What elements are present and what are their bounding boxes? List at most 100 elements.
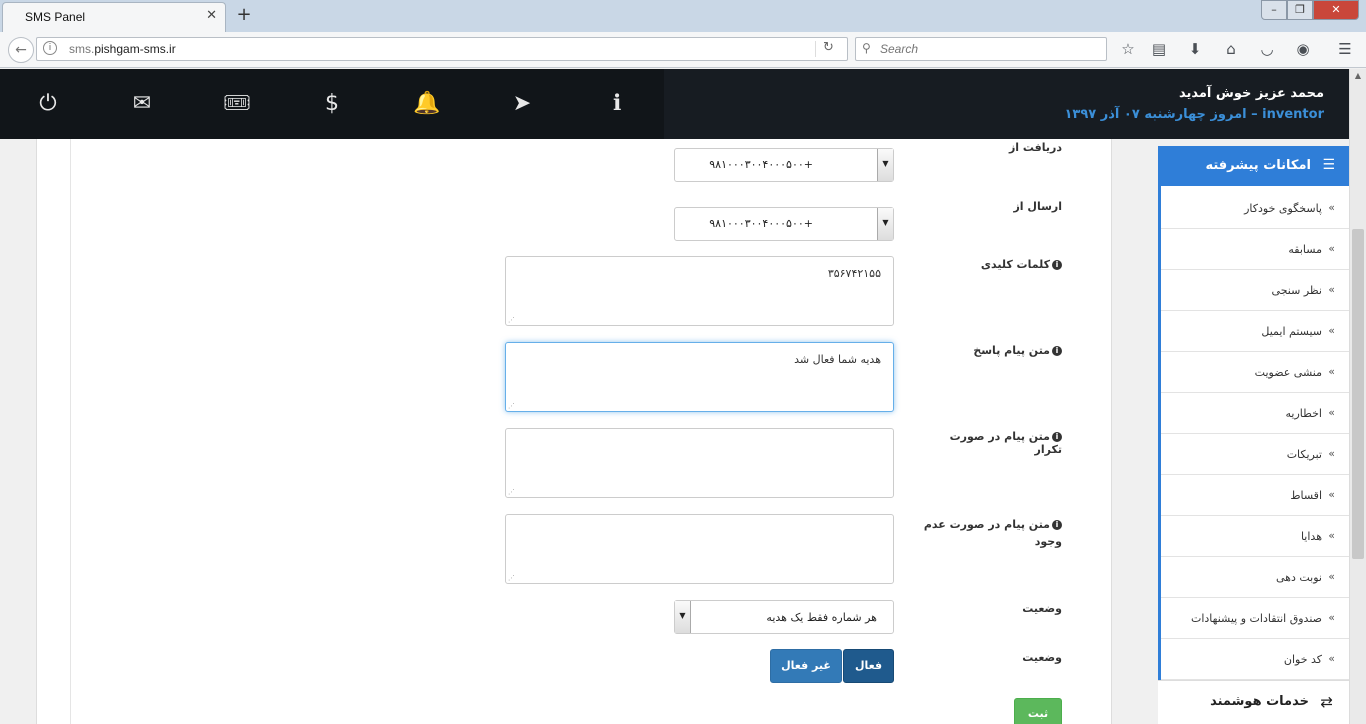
scroll-thumb[interactable] (1352, 229, 1364, 559)
chevron-down-icon[interactable]: ▼ (877, 149, 893, 181)
send-from-select[interactable]: +۹۸۱۰۰۰۳۰۰۴۰۰۰۵۰۰ ▼ (674, 207, 894, 241)
search-input[interactable] (880, 41, 1100, 57)
resize-grip-icon[interactable]: ⋰ (508, 488, 516, 496)
send-from-value: +۹۸۱۰۰۰۳۰۰۴۰۰۰۵۰۰ (709, 217, 813, 230)
sidebar-smart-services[interactable]: ⇄ خدمات هوشمند (1158, 680, 1349, 724)
tab-close-icon[interactable]: ✕ (206, 8, 217, 23)
list-icon: ☰ (1322, 157, 1335, 173)
resize-grip-icon[interactable]: ⋰ (508, 316, 516, 324)
url-bar[interactable]: i sms.pishgam-sms.ir ↻ (36, 37, 848, 61)
chevron-double-icon: » (1328, 201, 1335, 214)
receive-from-value: +۹۸۱۰۰۰۳۰۰۴۰۰۰۵۰۰ (709, 158, 813, 171)
chevron-double-icon: » (1328, 406, 1335, 419)
today-date: – امروز چهارشنبه ۰۷ آذر ۱۳۹۷ (1064, 107, 1258, 122)
dollar-icon[interactable]: $ (312, 89, 352, 119)
reading-list-icon[interactable]: ▤ (1148, 38, 1170, 60)
bookmark-star-icon[interactable]: ☆ (1117, 38, 1139, 60)
chevron-double-icon: » (1328, 447, 1335, 460)
sidebar-item-appointments[interactable]: » نوبت دهی (1161, 557, 1349, 598)
bell-icon[interactable]: 🔔 (407, 89, 447, 119)
notfound-text-label: iمتن پیام در صورت عدم وجود (923, 518, 1062, 548)
window-maximize-button[interactable]: ❐ (1287, 0, 1313, 20)
browser-search-bar[interactable]: ⚲ (855, 37, 1107, 61)
resize-grip-icon[interactable]: ⋰ (508, 402, 516, 410)
sidebar-item-installments[interactable]: » اقساط (1161, 475, 1349, 516)
resize-grip-icon[interactable]: ⋰ (508, 574, 516, 582)
browser-tab[interactable]: SMS Panel ✕ (2, 2, 226, 32)
repeat-text-field[interactable] (505, 428, 894, 498)
reply-text-label: iمتن پیام پاسخ (922, 344, 1062, 357)
window-minimize-button[interactable]: – (1261, 0, 1287, 20)
notfound-text-field[interactable] (505, 514, 894, 584)
pocket-icon[interactable]: ◡ (1256, 38, 1278, 60)
chevron-double-icon: » (1328, 652, 1335, 665)
chevron-double-icon: » (1328, 324, 1335, 337)
gift-mode-select[interactable]: ▼ هر شماره فقط یک هدیه (674, 600, 894, 634)
sidebar-item-feedback[interactable]: » صندوق انتقادات و پیشنهادات (1161, 598, 1349, 639)
panel-divider (70, 139, 71, 724)
inactive-button[interactable]: غیر فعال (770, 649, 842, 683)
new-tab-button[interactable]: + (232, 4, 256, 28)
submit-button[interactable]: ثبت (1014, 698, 1062, 724)
info-circle-icon: i (1052, 520, 1062, 530)
sidebar-item-email[interactable]: » سیستم ایمیل (1161, 311, 1349, 352)
info-circle-icon: i (1052, 346, 1062, 356)
download-icon[interactable]: ⬇ (1184, 38, 1206, 60)
reload-icon[interactable]: ↻ (823, 40, 834, 55)
browser-tabbar: SMS Panel ✕ + – ❐ ✕ (0, 0, 1366, 32)
page-scrollbar[interactable]: ▲ (1349, 69, 1366, 724)
send-from-label: ارسال از (1013, 200, 1062, 213)
repeat-text-label: iمتن پیام در صورت تکرار (949, 430, 1062, 456)
url-separator (815, 41, 816, 57)
status-label-2: وضعیت (1022, 651, 1062, 664)
mail-icon[interactable]: ✉ (122, 89, 162, 119)
info-circle-icon: i (1052, 432, 1062, 442)
ticket-icon[interactable]: 🎟 (217, 89, 257, 119)
chevron-down-icon[interactable]: ▼ (675, 601, 691, 633)
header-toolbar: ⏻ ✉ 🎟 $ 🔔 ➤ ℹ (0, 69, 664, 139)
tab-title: SMS Panel (25, 10, 86, 24)
chevron-double-icon: » (1328, 242, 1335, 255)
sidebar-item-gifts[interactable]: » هدایا (1161, 516, 1349, 557)
url-text: sms.pishgam-sms.ir (69, 42, 176, 56)
active-button[interactable]: فعال (843, 649, 894, 683)
sidebar-title: امکانات پیشرفته (1205, 158, 1311, 173)
window-close-button[interactable]: ✕ (1313, 0, 1359, 20)
receive-from-label: دریافت از (1008, 141, 1062, 154)
reply-text-field[interactable]: هدیه شما فعال شد (505, 342, 894, 412)
send-icon[interactable]: ➤ (502, 89, 542, 119)
retweet-icon: ⇄ (1320, 693, 1333, 711)
chevron-double-icon: » (1328, 529, 1335, 542)
date-line: inventor – امروز چهارشنبه ۰۷ آذر ۱۳۹۷ (1065, 107, 1325, 122)
info-icon[interactable]: ℹ (597, 89, 637, 119)
sidebar-header[interactable]: ☰ امکانات پیشرفته (1161, 146, 1349, 186)
sidebar-item-greetings[interactable]: » تبریکات (1161, 434, 1349, 475)
chevron-double-icon: » (1328, 283, 1335, 296)
sidebar-item-notice[interactable]: » اخطاریه (1161, 393, 1349, 434)
chevron-double-icon: » (1328, 570, 1335, 583)
search-icon: ⚲ (862, 41, 871, 55)
browser-navbar: ← i sms.pishgam-sms.ir ↻ ⚲ ☆ ▤ ⬇ ⌂ ◡ ◉ ☰ (0, 32, 1366, 68)
status-label: وضعیت (1022, 602, 1062, 615)
gift-mode-value: هر شماره فقط یک هدیه (766, 611, 877, 624)
keywords-field[interactable]: ۳۵۶۷۴۲۱۵۵ (505, 256, 894, 326)
account-icon[interactable]: ◉ (1292, 38, 1314, 60)
menu-icon[interactable]: ☰ (1334, 38, 1356, 60)
sidebar-item-auto-reply[interactable]: » پاسخگوی خودکار (1161, 188, 1349, 229)
back-button[interactable]: ← (8, 37, 34, 63)
sidebar-item-contest[interactable]: » مسابقه (1161, 229, 1349, 270)
scroll-up-arrow-icon[interactable]: ▲ (1350, 71, 1366, 85)
sidebar-item-code-reader[interactable]: » کد خوان (1161, 639, 1349, 680)
chevron-double-icon: » (1328, 611, 1335, 624)
site-info-icon[interactable]: i (43, 41, 57, 55)
power-icon[interactable]: ⏻ (28, 89, 68, 119)
home-icon[interactable]: ⌂ (1220, 38, 1242, 60)
sidebar-item-membership[interactable]: » منشی عضویت (1161, 352, 1349, 393)
info-circle-icon: i (1052, 260, 1062, 270)
receive-from-select[interactable]: +۹۸۱۰۰۰۳۰۰۴۰۰۰۵۰۰ ▼ (674, 148, 894, 182)
keywords-label: iکلمات کلیدی (922, 258, 1062, 271)
welcome-text: محمد عزیز خوش آمدید (1178, 86, 1324, 101)
chevron-double-icon: » (1328, 488, 1335, 501)
chevron-down-icon[interactable]: ▼ (877, 208, 893, 240)
sidebar-item-poll[interactable]: » نظر سنجی (1161, 270, 1349, 311)
